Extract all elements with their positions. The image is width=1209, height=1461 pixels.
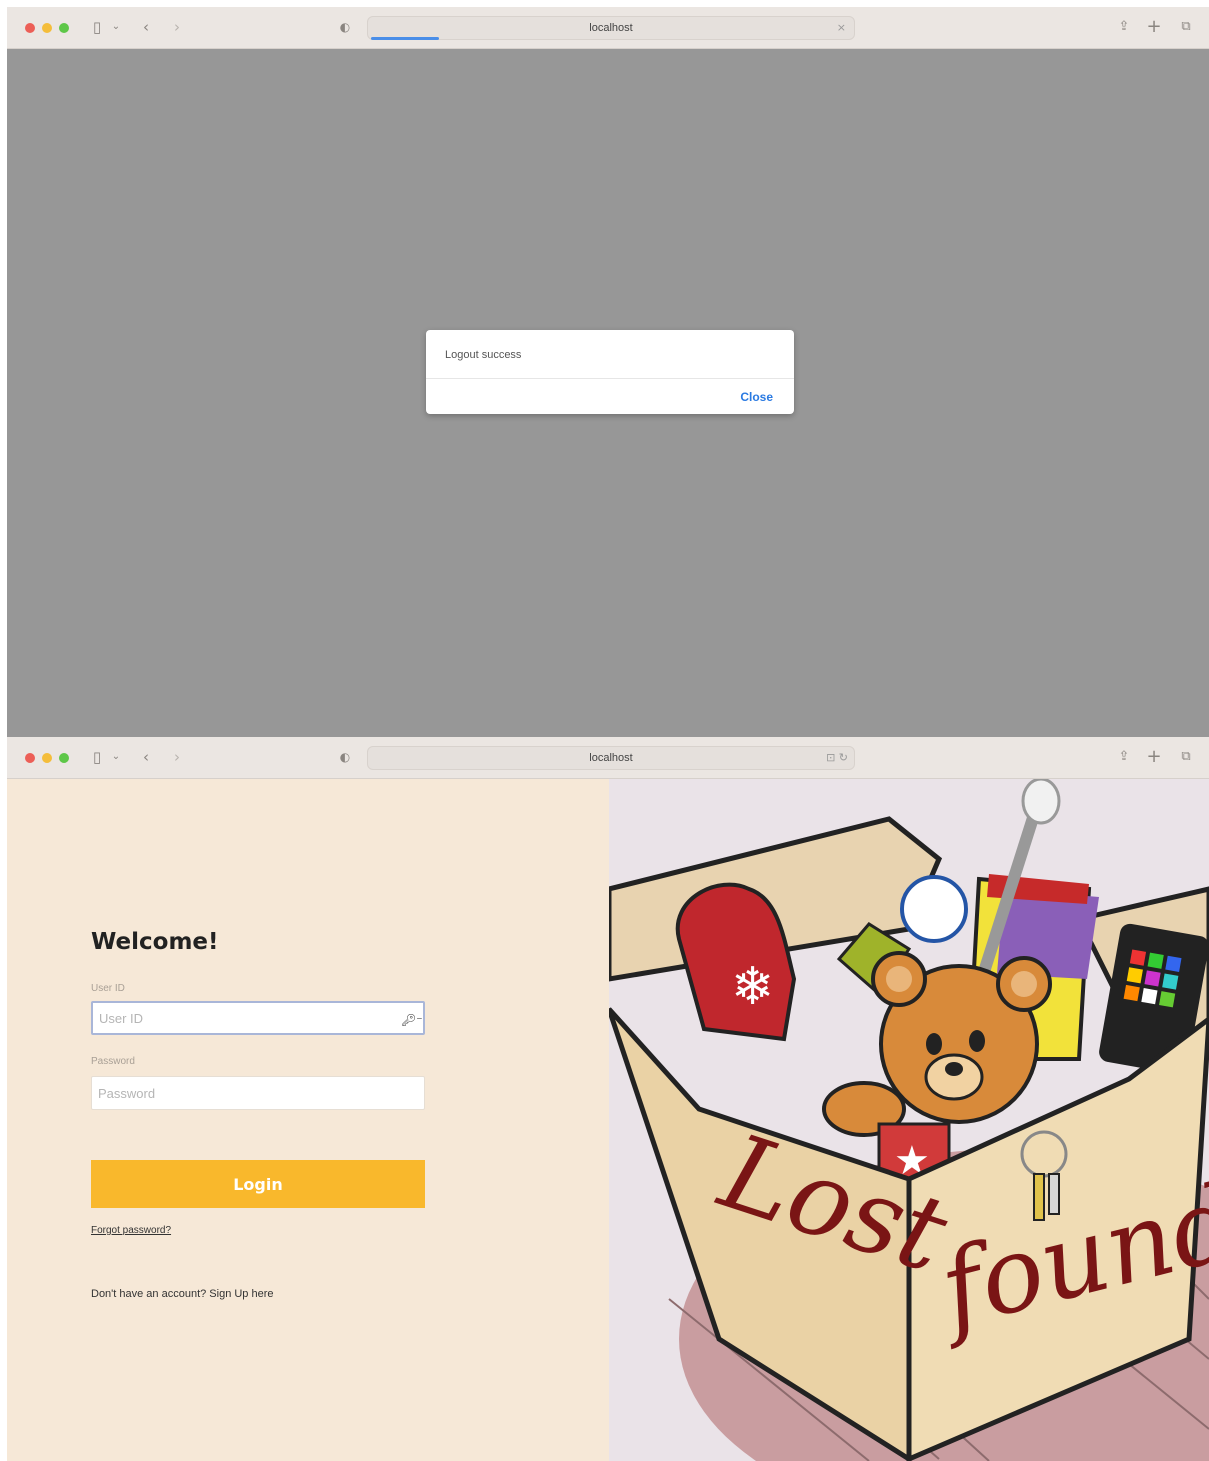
screenshot-logout: ▯ ⌄ ‹ › ◐ localhost × ⇪ + ⧉ Logout succe… (7, 7, 1209, 737)
signup-link[interactable]: Don't have an account? Sign Up here (91, 1288, 274, 1300)
password-key-icon[interactable]: 🔑︎⁻ (401, 1013, 423, 1027)
password-label: Password (91, 1056, 135, 1067)
close-window-button[interactable] (25, 23, 35, 33)
minimize-window-button[interactable] (42, 23, 52, 33)
alert-dialog: Logout success Close (426, 330, 794, 414)
forgot-password-link[interactable]: Forgot password? (91, 1225, 171, 1236)
dialog-message: Logout success (445, 349, 522, 361)
sidebar-icon[interactable]: ▯ (87, 15, 107, 39)
back-icon[interactable]: ‹ (138, 15, 154, 39)
login-button[interactable]: Login (91, 1160, 425, 1208)
new-tab-icon[interactable]: + (1145, 745, 1163, 769)
browser-toolbar: ▯ ⌄ ‹ › ◐ localhost × ⇪ + ⧉ (7, 7, 1209, 49)
minimize-window-button[interactable] (42, 753, 52, 763)
browser-toolbar: ▯ ⌄ ‹ › ◐ localhost ⊡ ↻ ⇪ + ⧉ (7, 737, 1209, 779)
dialog-divider (426, 378, 794, 379)
reload-icon[interactable]: ⊡ ↻ (826, 747, 848, 769)
url-text: localhost (589, 22, 633, 34)
loading-progress-bar (371, 37, 439, 40)
sidebar-icon[interactable]: ▯ (87, 745, 107, 769)
snowflake-icon: ❄ (731, 957, 775, 1017)
share-icon[interactable]: ⇪ (1115, 15, 1133, 39)
page-title: Welcome! (91, 929, 219, 955)
privacy-shield-icon[interactable]: ◐ (337, 15, 353, 39)
userid-label: User ID (91, 983, 125, 994)
pompom-hat-shape (900, 875, 968, 943)
address-bar[interactable]: localhost ⊡ ↻ (367, 746, 855, 770)
url-text: localhost (589, 752, 633, 764)
zoom-window-button[interactable] (59, 753, 69, 763)
privacy-shield-icon[interactable]: ◐ (337, 745, 353, 769)
close-button[interactable]: Close (740, 390, 773, 404)
tab-overview-icon[interactable]: ⧉ (1177, 15, 1195, 39)
lost-found-box-image: ❄ ★ Lost found (609, 779, 1209, 1461)
tab-overview-icon[interactable]: ⧉ (1177, 745, 1195, 769)
zoom-window-button[interactable] (59, 23, 69, 33)
chevron-down-icon[interactable]: ⌄ (110, 745, 122, 769)
stop-loading-icon[interactable]: × (837, 17, 846, 39)
share-icon[interactable]: ⇪ (1115, 745, 1133, 769)
close-window-button[interactable] (25, 753, 35, 763)
forward-icon[interactable]: › (169, 745, 185, 769)
login-panel: Welcome! User ID 🔑︎⁻ Password Login Forg… (7, 779, 609, 1461)
password-input[interactable] (91, 1076, 425, 1110)
chevron-down-icon[interactable]: ⌄ (110, 15, 122, 39)
login-page: Welcome! User ID 🔑︎⁻ Password Login Forg… (7, 779, 1209, 1461)
back-icon[interactable]: ‹ (138, 745, 154, 769)
address-bar[interactable]: localhost × (367, 16, 855, 40)
new-tab-icon[interactable]: + (1145, 15, 1163, 39)
userid-input[interactable] (91, 1001, 425, 1035)
modal-backdrop: Logout success Close (7, 49, 1209, 737)
lost-found-illustration: ❄ ★ Lost found (609, 779, 1209, 1461)
forward-icon[interactable]: › (169, 15, 185, 39)
screenshot-login: ▯ ⌄ ‹ › ◐ localhost ⊡ ↻ ⇪ + ⧉ Welcome! U… (7, 737, 1209, 1461)
